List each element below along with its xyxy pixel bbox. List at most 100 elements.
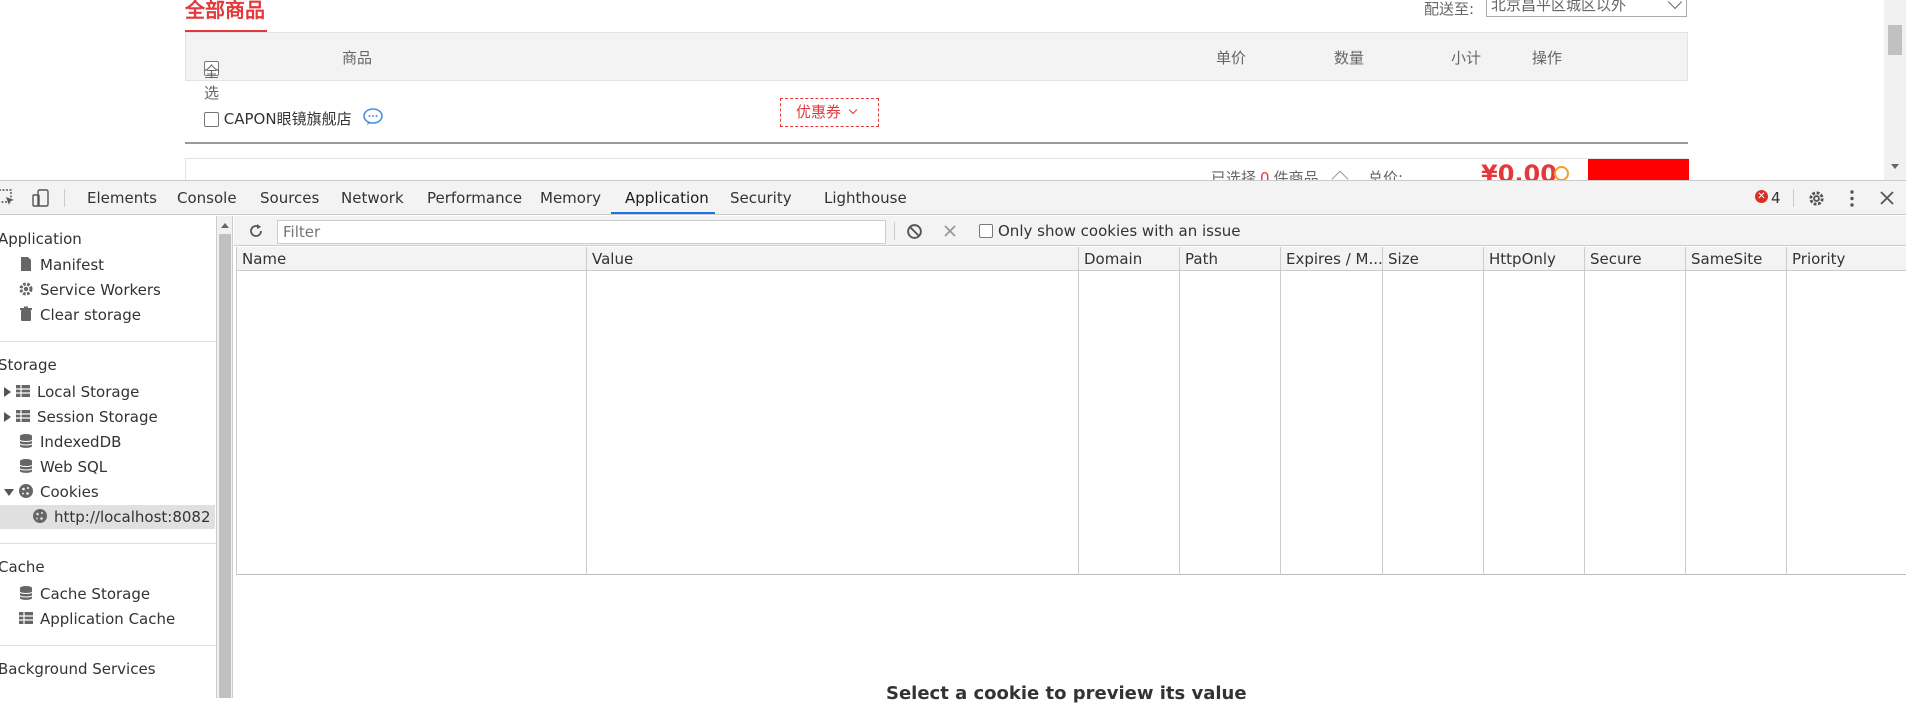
tab-lighthouse[interactable]: Lighthouse: [824, 189, 907, 207]
collapse-arrow-icon[interactable]: [4, 489, 14, 496]
refresh-icon[interactable]: [248, 223, 264, 239]
empty-preview-message: Select a cookie to preview its value: [886, 683, 1247, 704]
database-icon: [19, 458, 33, 473]
sidebar-item-session-storage[interactable]: Session Storage: [4, 405, 158, 429]
sidebar-item-cookie-origin[interactable]: http://localhost:8082: [0, 505, 215, 529]
only-issue-checkbox[interactable]: [979, 224, 993, 238]
expand-arrow-icon[interactable]: [4, 412, 11, 422]
tab-performance[interactable]: Performance: [427, 189, 522, 207]
sidebar-item-clear-storage[interactable]: Clear storage: [18, 303, 141, 327]
cookies-table: Name Value Domain Path Expires / M... Si…: [236, 247, 1906, 575]
column-divider[interactable]: [1483, 247, 1484, 575]
tab-security[interactable]: Security: [730, 189, 792, 207]
column-divider[interactable]: [1179, 247, 1180, 575]
select-all-label: 全选: [204, 63, 220, 102]
separator: [64, 189, 65, 207]
table-icon: [16, 384, 30, 397]
more-options-icon[interactable]: [1846, 189, 1858, 208]
column-header-secure[interactable]: Secure: [1590, 250, 1642, 268]
sidebar-item-web-sql[interactable]: Web SQL: [18, 455, 107, 479]
column-divider[interactable]: [1078, 247, 1079, 575]
sidebar-item-label: Clear storage: [40, 306, 141, 324]
sidebar-item-manifest[interactable]: Manifest: [18, 253, 104, 277]
inspect-element-icon[interactable]: [0, 189, 16, 207]
sidebar-scrollbar[interactable]: [217, 216, 233, 698]
scroll-up-arrow-icon[interactable]: [221, 223, 229, 228]
coupon-button[interactable]: 优惠券: [780, 98, 879, 127]
column-header-httponly[interactable]: HttpOnly: [1489, 250, 1556, 268]
delete-selected-icon[interactable]: [943, 224, 957, 238]
sidebar-item-cookies[interactable]: Cookies: [4, 480, 99, 504]
table-icon: [19, 611, 33, 624]
column-divider[interactable]: [1280, 247, 1281, 575]
tab-network[interactable]: Network: [341, 189, 404, 207]
shop[interactable]: CAPON眼镜旗舰店: [204, 108, 352, 129]
goods-column-header: 商品: [342, 49, 373, 67]
gear-icon: [19, 282, 33, 295]
sidebar-item-service-workers[interactable]: Service Workers: [18, 278, 161, 302]
scrollbar-thumb[interactable]: [219, 234, 231, 698]
filter-input[interactable]: [277, 220, 886, 244]
column-header-samesite[interactable]: SameSite: [1691, 250, 1762, 268]
devtools-tabbar: Elements Console Sources Network Perform…: [0, 181, 1906, 215]
tab-memory[interactable]: Memory: [540, 189, 601, 207]
column-header-value[interactable]: Value: [592, 250, 633, 268]
cart-summary: 已选择 0 件商品 总价: ¥0.00: [185, 158, 1689, 180]
close-icon[interactable]: [1879, 189, 1895, 207]
device-toolbar-icon[interactable]: [32, 189, 50, 207]
ship-to-label: 配送至:: [1424, 0, 1475, 18]
column-header-expires[interactable]: Expires / M...: [1286, 250, 1383, 268]
tab-elements[interactable]: Elements: [87, 189, 157, 207]
section-cache: Cache: [0, 558, 45, 576]
sidebar-item-label: Local Storage: [37, 383, 140, 401]
error-count: 4: [1771, 189, 1781, 207]
only-issue-label: Only show cookies with an issue: [998, 222, 1241, 240]
settings-gear-icon[interactable]: [1807, 189, 1826, 208]
shop-row: CAPON眼镜旗舰店 优惠券: [185, 98, 1688, 144]
selected-count: 已选择 0 件商品: [1211, 167, 1319, 180]
table-header: [236, 247, 1906, 271]
column-header-domain[interactable]: Domain: [1084, 250, 1142, 268]
column-header-path[interactable]: Path: [1185, 250, 1218, 268]
sidebar-item-label: Application Cache: [40, 610, 176, 628]
all-goods-title[interactable]: 全部商品: [185, 0, 265, 23]
chevron-up-icon[interactable]: [1331, 170, 1349, 180]
page-scrollbar[interactable]: [1884, 0, 1906, 180]
column-header-size[interactable]: Size: [1388, 250, 1419, 268]
database-icon: [19, 585, 33, 600]
divider: [0, 645, 216, 646]
sidebar-item-indexeddb[interactable]: IndexedDB: [18, 430, 121, 454]
chat-icon[interactable]: [363, 108, 383, 126]
column-divider[interactable]: [1584, 247, 1585, 575]
sidebar-item-cache-storage[interactable]: Cache Storage: [18, 582, 150, 606]
clear-all-icon[interactable]: [906, 223, 923, 240]
scrollbar-thumb[interactable]: [1888, 25, 1902, 55]
tab-console[interactable]: Console: [177, 189, 237, 207]
sidebar-item-application-cache[interactable]: Application Cache: [18, 607, 175, 631]
tab-application[interactable]: Application: [625, 189, 709, 207]
document-icon: [21, 256, 31, 271]
scroll-down-arrow-icon[interactable]: [1891, 164, 1899, 169]
error-counter[interactable]: ✕ 4: [1755, 189, 1781, 207]
help-icon[interactable]: [1554, 166, 1569, 180]
separator: [1793, 189, 1794, 207]
quantity-column-header: 数量: [1334, 49, 1365, 67]
column-header-priority[interactable]: Priority: [1792, 250, 1845, 268]
column-divider[interactable]: [1685, 247, 1686, 575]
column-header-name[interactable]: Name: [242, 250, 286, 268]
expand-arrow-icon[interactable]: [4, 387, 11, 397]
sidebar-item-label: IndexedDB: [40, 433, 122, 451]
web-page: 全部商品 配送至: 北京昌平区城区以外 全选 商品 单价 数量 小计 操作 CA…: [0, 0, 1906, 180]
sidebar-item-local-storage[interactable]: Local Storage: [4, 380, 139, 404]
column-divider[interactable]: [586, 247, 587, 575]
chevron-down-icon: [1667, 0, 1683, 10]
column-divider[interactable]: [1786, 247, 1787, 575]
tab-sources[interactable]: Sources: [260, 189, 319, 207]
ship-to-select[interactable]: 北京昌平区城区以外: [1486, 0, 1687, 17]
ship-to-value: 北京昌平区城区以外: [1491, 0, 1627, 14]
shop-checkbox[interactable]: [204, 112, 219, 127]
trash-icon: [20, 306, 32, 321]
cookie-preview-pane: Select a cookie to preview its value: [236, 576, 1906, 704]
column-divider[interactable]: [1382, 247, 1383, 575]
checkout-button[interactable]: [1588, 159, 1689, 180]
